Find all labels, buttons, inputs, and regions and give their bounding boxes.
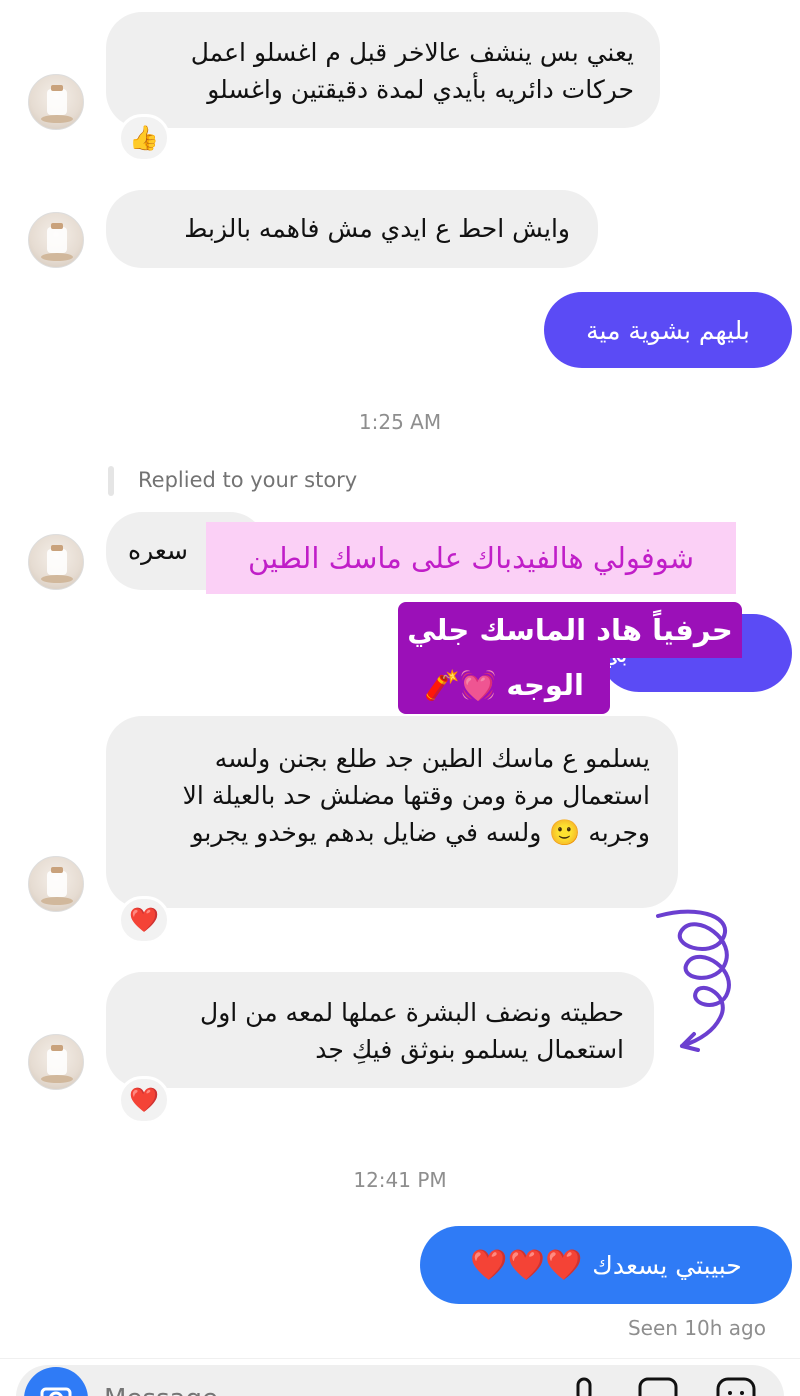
avatar[interactable]	[28, 856, 84, 912]
timestamp: 12:41 PM	[353, 1168, 447, 1192]
reaction-badge[interactable]: ❤️	[118, 1076, 170, 1124]
gallery-icon[interactable]	[636, 1373, 680, 1396]
message-composer	[0, 1358, 800, 1396]
message-text: حبيبتي يسعدك	[592, 1250, 742, 1280]
sticker-line-1: حرفياً هاد الماسك جلي بجلي	[398, 602, 742, 703]
message-text: يعني بس ينشف عالاخر قبل م اغسلو اعمل حرك…	[190, 38, 634, 104]
thumbs-up-icon: 👍	[129, 124, 159, 152]
heart-icon: ❤️	[129, 906, 159, 934]
story-text-sticker-purple: حرفياً هاد الماسك جلي بجلي الوجه 💓🧨	[398, 602, 742, 714]
outgoing-message[interactable]: بليهم بشوية مية	[544, 292, 792, 368]
sticker-text: شوفولي هالفيدباك على ماسك الطين	[247, 541, 695, 575]
avatar[interactable]	[28, 212, 84, 268]
avatar[interactable]	[28, 534, 84, 590]
heart-icon: ❤️	[129, 1086, 159, 1114]
avatar[interactable]	[28, 74, 84, 130]
reaction-badge[interactable]: 👍	[118, 114, 170, 162]
seen-status: Seen 10h ago	[627, 1316, 766, 1340]
incoming-message[interactable]: يسلمو ع ماسك الطين جد طلع بجنن ولسه استع…	[106, 716, 678, 908]
sticker-icon[interactable]	[714, 1373, 758, 1396]
message-text: بليهم بشوية مية	[586, 315, 750, 345]
reply-indicator-bar	[108, 466, 114, 496]
camera-button[interactable]	[24, 1367, 88, 1396]
message-input[interactable]	[104, 1379, 524, 1396]
message-text: وايش احط ع ايدي مش فاهمه بالزبط	[184, 214, 570, 243]
incoming-message[interactable]: حطيته ونضف البشرة عملها لمعه من اول استع…	[106, 972, 654, 1088]
story-text-sticker-pink: شوفولي هالفيدباك على ماسك الطين	[206, 522, 736, 594]
incoming-message[interactable]: يعني بس ينشف عالاخر قبل م اغسلو اعمل حرك…	[106, 12, 660, 128]
outgoing-message[interactable]: حبيبتي يسعدك ❤️❤️❤️	[420, 1226, 792, 1304]
camera-icon	[40, 1387, 72, 1396]
sticker-line-2: الوجه 💓🧨	[398, 656, 610, 714]
spiral-arrow-doodle-icon	[656, 909, 731, 1052]
replied-to-story-label: Replied to your story	[138, 468, 358, 492]
reaction-badge[interactable]: ❤️	[118, 896, 170, 944]
timestamp: 1:25 AM	[358, 410, 442, 434]
incoming-message[interactable]: وايش احط ع ايدي مش فاهمه بالزبط	[106, 190, 598, 268]
avatar[interactable]	[28, 1034, 84, 1090]
message-text: يسلمو ع ماسك الطين جد طلع بجنن ولسه استع…	[182, 744, 650, 847]
mic-icon[interactable]	[564, 1373, 604, 1396]
hearts-emoji: ❤️❤️❤️	[470, 1247, 583, 1283]
message-text: سعره	[128, 536, 188, 565]
message-text: حطيته ونضف البشرة عملها لمعه من اول استع…	[200, 998, 624, 1064]
